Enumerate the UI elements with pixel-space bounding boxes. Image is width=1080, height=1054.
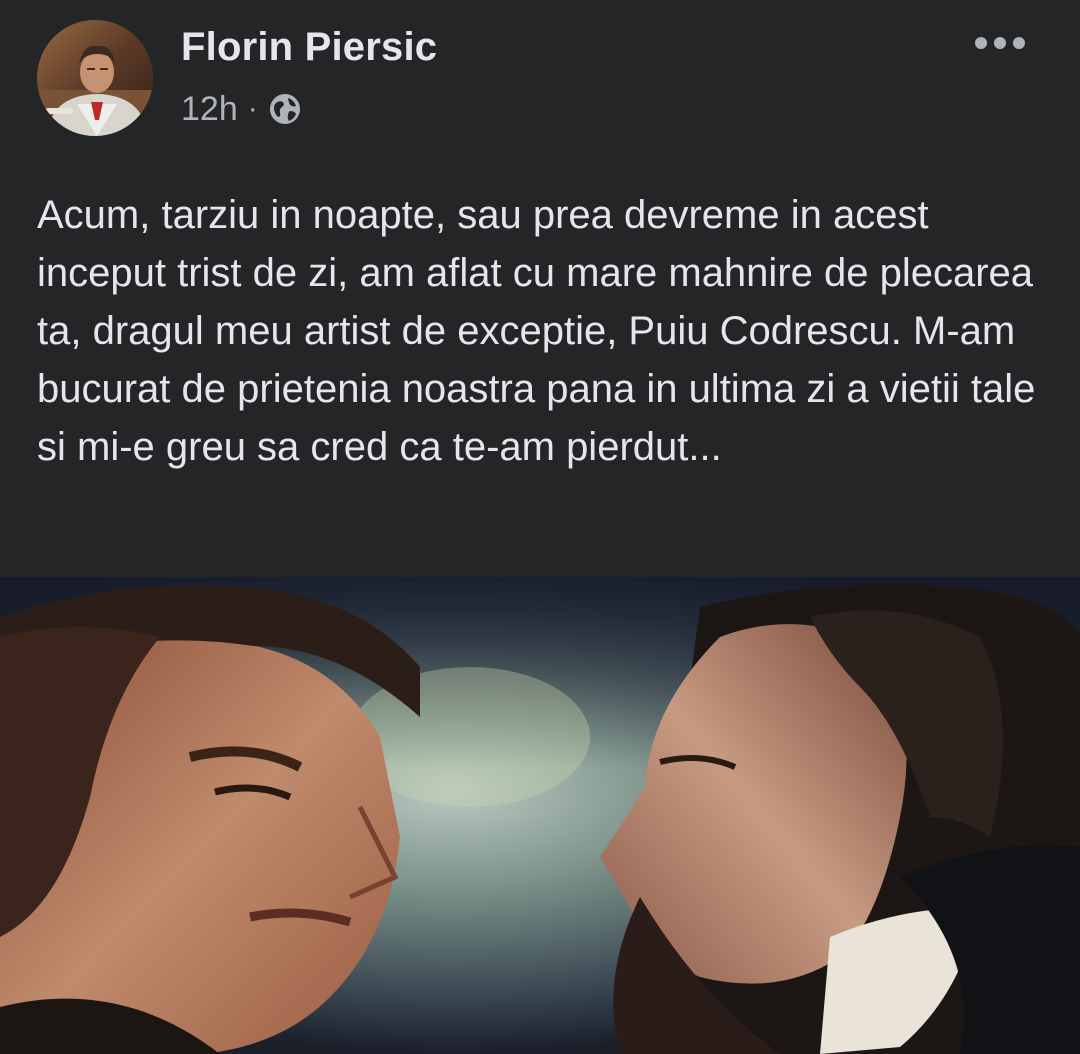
more-horizontal-icon (975, 37, 1025, 49)
post-photo[interactable] (0, 577, 1080, 1054)
globe-icon[interactable] (268, 92, 302, 126)
meta-separator: · (247, 92, 258, 125)
author-name[interactable]: Florin Piersic (181, 22, 437, 72)
more-options-button[interactable] (970, 28, 1030, 58)
avatar-photo (37, 20, 153, 136)
post-timestamp[interactable]: 12h (181, 90, 238, 129)
facebook-post: Florin Piersic 12h · Acum, tarziu in noa… (0, 0, 1080, 1054)
post-header: Florin Piersic 12h · (0, 0, 1080, 160)
post-meta: 12h · (181, 86, 302, 132)
post-text: Acum, tarziu in noapte, sau prea devreme… (37, 193, 1036, 469)
author-avatar[interactable] (37, 20, 153, 136)
